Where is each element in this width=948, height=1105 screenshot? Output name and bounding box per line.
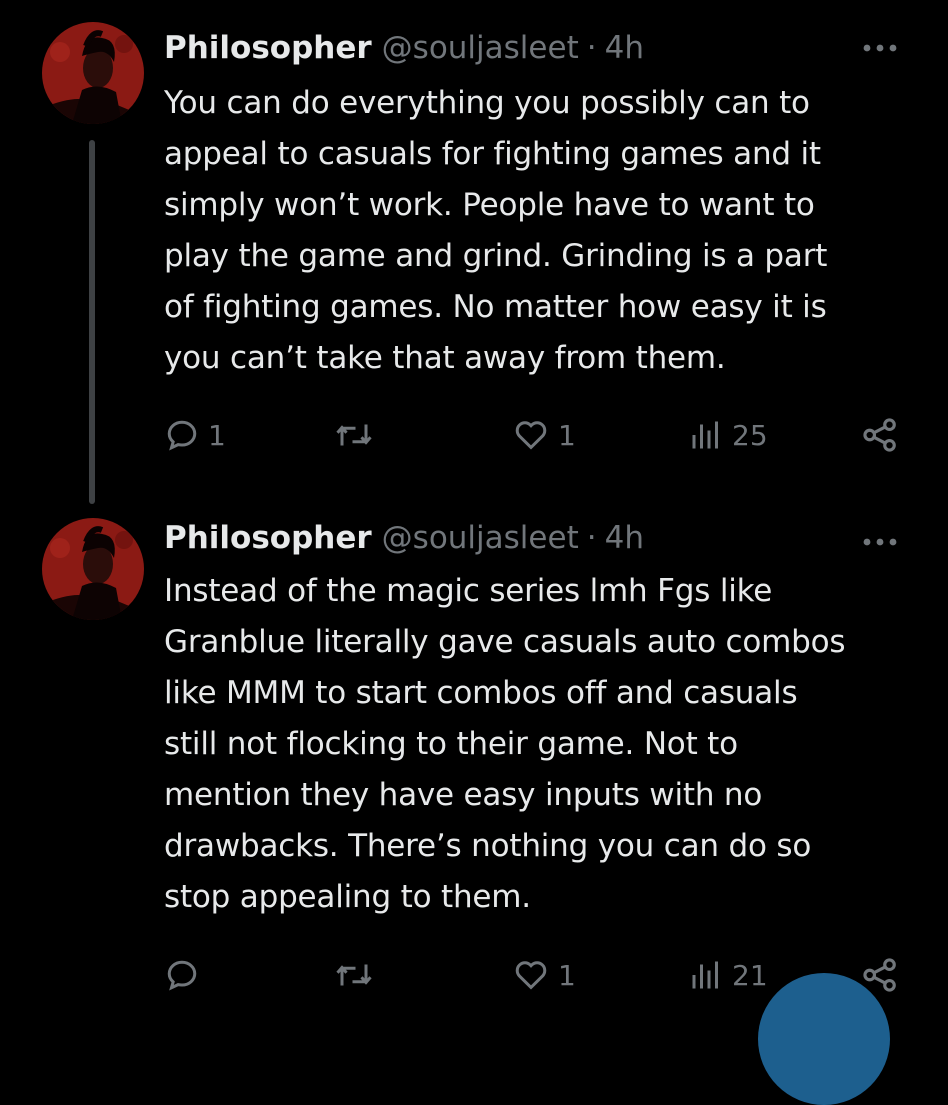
views-icon bbox=[692, 961, 718, 989]
reply-icon bbox=[167, 420, 197, 451]
tweet-text: You can do everything you possibly can t… bbox=[164, 85, 828, 376]
display-name[interactable]: Philosopher bbox=[164, 26, 372, 70]
views-count: 21 bbox=[732, 958, 768, 992]
more-options-icon[interactable] bbox=[860, 33, 900, 63]
timestamp[interactable]: 4h bbox=[605, 26, 644, 70]
heart-icon bbox=[515, 961, 547, 990]
retweet-button[interactable] bbox=[334, 953, 382, 997]
avatar[interactable] bbox=[42, 518, 144, 620]
retweet-button[interactable] bbox=[334, 413, 382, 457]
thread-line bbox=[89, 140, 95, 504]
reply-count: 1 bbox=[208, 418, 226, 452]
views-button[interactable]: 21 bbox=[688, 953, 768, 997]
tweet-text: Instead of the magic series lmh Fgs like… bbox=[164, 573, 846, 915]
views-count: 25 bbox=[732, 418, 768, 452]
reply-button[interactable] bbox=[164, 953, 208, 997]
user-handle[interactable]: @souljasleet bbox=[382, 516, 579, 560]
views-icon bbox=[692, 421, 718, 449]
reply-icon bbox=[167, 960, 197, 991]
retweet-icon bbox=[336, 964, 372, 986]
avatar-image bbox=[42, 22, 144, 124]
heart-icon bbox=[515, 421, 547, 450]
tweet[interactable]: Philosopher @souljasleet · 4h You can do… bbox=[0, 0, 948, 510]
like-button[interactable]: 1 bbox=[512, 953, 576, 997]
tweet-header: Philosopher @souljasleet · 4h bbox=[164, 26, 644, 70]
retweet-icon bbox=[336, 424, 372, 446]
reply-button[interactable]: 1 bbox=[164, 413, 226, 457]
user-handle[interactable]: @souljasleet bbox=[382, 26, 579, 70]
views-button[interactable]: 25 bbox=[688, 413, 768, 457]
tweet[interactable]: Philosopher @souljasleet · 4h Instead of… bbox=[0, 510, 948, 1024]
compose-fab[interactable] bbox=[758, 973, 890, 1105]
display-name[interactable]: Philosopher bbox=[164, 516, 372, 560]
timestamp[interactable]: 4h bbox=[605, 516, 644, 560]
like-count: 1 bbox=[558, 418, 576, 452]
like-count: 1 bbox=[558, 958, 576, 992]
more-options-icon[interactable] bbox=[860, 527, 900, 557]
tweet-header: Philosopher @souljasleet · 4h bbox=[164, 516, 644, 560]
share-button[interactable] bbox=[860, 413, 900, 457]
share-icon bbox=[863, 418, 896, 452]
avatar[interactable] bbox=[42, 22, 144, 124]
avatar-image bbox=[42, 518, 144, 620]
separator-dot: · bbox=[586, 520, 597, 556]
separator-dot: · bbox=[586, 30, 597, 66]
like-button[interactable]: 1 bbox=[512, 413, 576, 457]
tweet-actions: 1 1 25 bbox=[164, 413, 908, 457]
